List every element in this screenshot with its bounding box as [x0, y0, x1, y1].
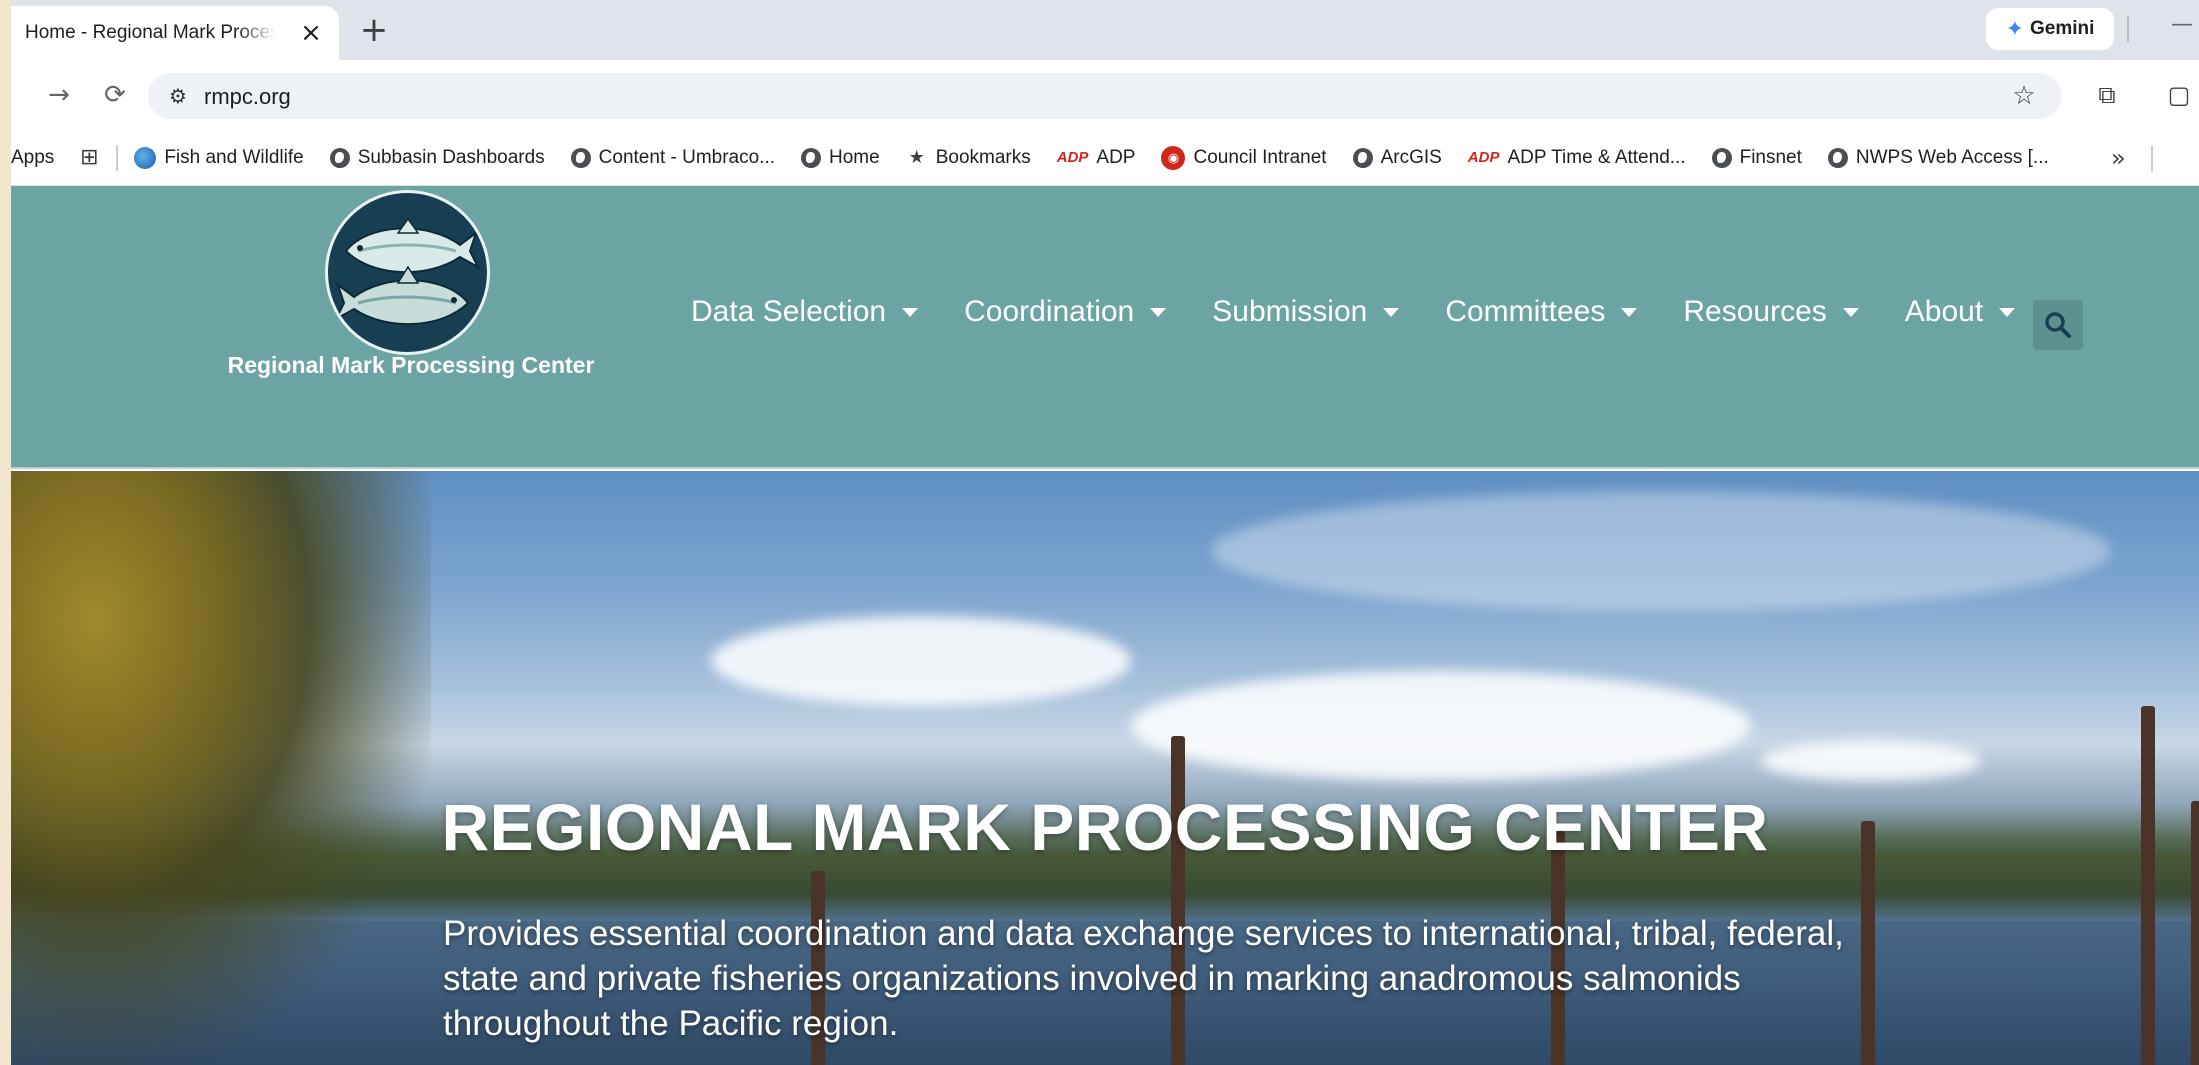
side-panel-icon[interactable]: ▢: [2161, 77, 2197, 113]
bookmark-nwps-web-access[interactable]: NWPS Web Access [...: [1827, 146, 2049, 169]
caret-down-icon: [1621, 307, 1638, 317]
bookmarks-divider: [116, 144, 119, 171]
bookmark-adp[interactable]: ADP ADP: [1057, 147, 1136, 169]
hero-piling: [2141, 706, 2155, 1065]
caret-down-icon: [1383, 307, 1400, 317]
globe-icon: [329, 147, 350, 168]
nav-coordination[interactable]: Coordination: [964, 295, 1167, 329]
bookmark-fish-and-wildlife[interactable]: Fish and Wildlife: [134, 146, 304, 169]
hero-cloud: [1131, 671, 1751, 781]
globe-icon: [1352, 147, 1373, 168]
search-icon: [2045, 312, 2071, 338]
salmon-logo-icon: [328, 193, 487, 352]
nav-label: Data Selection: [691, 295, 887, 328]
browser-window: Home - Regional Mark Processing Center ×…: [11, 0, 2199, 1065]
more-bookmarks-icon[interactable]: »: [2111, 144, 2126, 172]
hero-cloud: [1211, 491, 2111, 611]
bookmark-arcgis[interactable]: ArcGIS: [1352, 146, 1442, 169]
gemini-button[interactable]: ✦ Gemini: [1986, 8, 2114, 50]
nav-committees[interactable]: Committees: [1445, 295, 1638, 329]
active-tab[interactable]: Home - Regional Mark Processing Center ×: [11, 6, 339, 60]
browser-toolbar: → ⟳ ⚙ rmpc.org ☆ ⧉ ▢: [11, 60, 2199, 130]
nav-label: Resources: [1683, 295, 1827, 328]
site-name[interactable]: Regional Mark Processing Center: [151, 352, 671, 379]
fish-wildlife-icon: [134, 146, 157, 169]
nav-label: Coordination: [964, 295, 1135, 328]
gemini-label: Gemini: [2030, 18, 2095, 39]
caret-down-icon: [1999, 307, 2016, 317]
tab-strip-divider: [2127, 16, 2129, 42]
site-header: Regional Mark Processing Center Data Sel…: [11, 186, 2199, 469]
bookmark-label: ADP: [1096, 146, 1136, 168]
globe-icon: [801, 147, 822, 168]
bookmarks-bar: Apps ⊞ Fish and Wildlife Subbasin Dashbo…: [11, 130, 2199, 186]
caret-down-icon: [1150, 307, 1167, 317]
bookmark-label: Council Intranet: [1193, 146, 1327, 168]
nav-submission[interactable]: Submission: [1212, 295, 1400, 329]
address-bar[interactable]: ⚙ rmpc.org ☆: [148, 73, 2061, 119]
bookmark-grid[interactable]: ⊞: [78, 145, 100, 170]
hero-title: REGIONAL MARK PROCESSING CENTER: [441, 790, 1769, 864]
caret-down-icon: [1842, 307, 1859, 317]
globe-icon: [1827, 147, 1848, 168]
hero-cloud: [711, 616, 1131, 706]
bookmark-label: Bookmarks: [935, 146, 1031, 168]
bookmark-apps[interactable]: Apps: [11, 147, 54, 169]
bookmark-label: Apps: [11, 146, 55, 168]
bookmark-label: Content - Umbraco...: [598, 146, 776, 168]
bookmark-label: Home: [829, 146, 880, 168]
forward-icon[interactable]: →: [41, 77, 77, 113]
tab-title: Home - Regional Mark Processing Center: [25, 22, 275, 43]
reload-icon[interactable]: ⟳: [97, 77, 133, 113]
bookmark-label: Fish and Wildlife: [164, 146, 304, 168]
globe-icon: [570, 147, 591, 168]
globe-icon: [1711, 147, 1732, 168]
url-text[interactable]: rmpc.org: [204, 84, 291, 110]
adp-icon: ADP: [1467, 149, 1500, 166]
hero-banner: REGIONAL MARK PROCESSING CENTER Provides…: [11, 471, 2199, 1065]
bookmark-finsnet[interactable]: Finsnet: [1711, 146, 1802, 169]
nav-label: About: [1904, 295, 1984, 328]
bookmark-subbasin-dashboards[interactable]: Subbasin Dashboards: [329, 146, 545, 169]
bookmark-label: NWPS Web Access [...: [1855, 146, 2049, 168]
site-logo[interactable]: [325, 190, 490, 355]
bookmark-star-icon[interactable]: ☆: [2007, 79, 2041, 113]
bookmark-home[interactable]: Home: [801, 147, 880, 169]
tab-strip: Home - Regional Mark Processing Center ×…: [11, 0, 2199, 60]
star-icon: ★: [908, 147, 925, 168]
bookmark-adp-time-attend[interactable]: ADP ADP Time & Attend...: [1468, 147, 1686, 169]
minimize-icon[interactable]: —: [2171, 12, 2193, 37]
new-tab-button[interactable]: +: [356, 10, 392, 50]
extensions-icon[interactable]: ⧉: [2089, 77, 2125, 113]
caret-down-icon: [902, 307, 919, 317]
bookmark-bookmarks[interactable]: ★ Bookmarks: [906, 147, 1031, 169]
bookmarks-edge-divider: [2151, 146, 2153, 172]
adp-icon: ADP: [1056, 149, 1089, 166]
nav-label: Submission: [1212, 295, 1368, 328]
bookmark-label: ArcGIS: [1380, 146, 1442, 168]
nav-label: Committees: [1445, 295, 1606, 328]
web-page: Regional Mark Processing Center Data Sel…: [11, 186, 2199, 1065]
hero-trees: [11, 471, 431, 1065]
gemini-sparkle-icon: ✦: [2005, 16, 2025, 42]
hero-cloud: [1761, 741, 1981, 781]
nav-data-selection[interactable]: Data Selection: [691, 295, 919, 329]
close-tab-icon[interactable]: ×: [297, 18, 325, 48]
bookmark-council-intranet[interactable]: ◉ Council Intranet: [1161, 145, 1327, 170]
council-icon: ◉: [1161, 145, 1186, 170]
bookmark-label: Finsnet: [1739, 146, 1802, 168]
bookmark-label: ADP Time & Attend...: [1507, 146, 1686, 168]
grid-icon: ⊞: [80, 145, 99, 170]
main-navigation: Data Selection Coordination Submission C…: [691, 282, 2061, 342]
site-info-icon[interactable]: ⚙: [164, 82, 192, 110]
hero-description: Provides essential coordination and data…: [443, 914, 1844, 1043]
nav-about[interactable]: About: [1904, 295, 2016, 329]
bookmark-content-umbraco[interactable]: Content - Umbraco...: [570, 146, 776, 169]
site-search-button[interactable]: [2033, 300, 2083, 350]
bookmark-label: Subbasin Dashboards: [357, 146, 545, 168]
nav-resources[interactable]: Resources: [1683, 295, 1859, 329]
